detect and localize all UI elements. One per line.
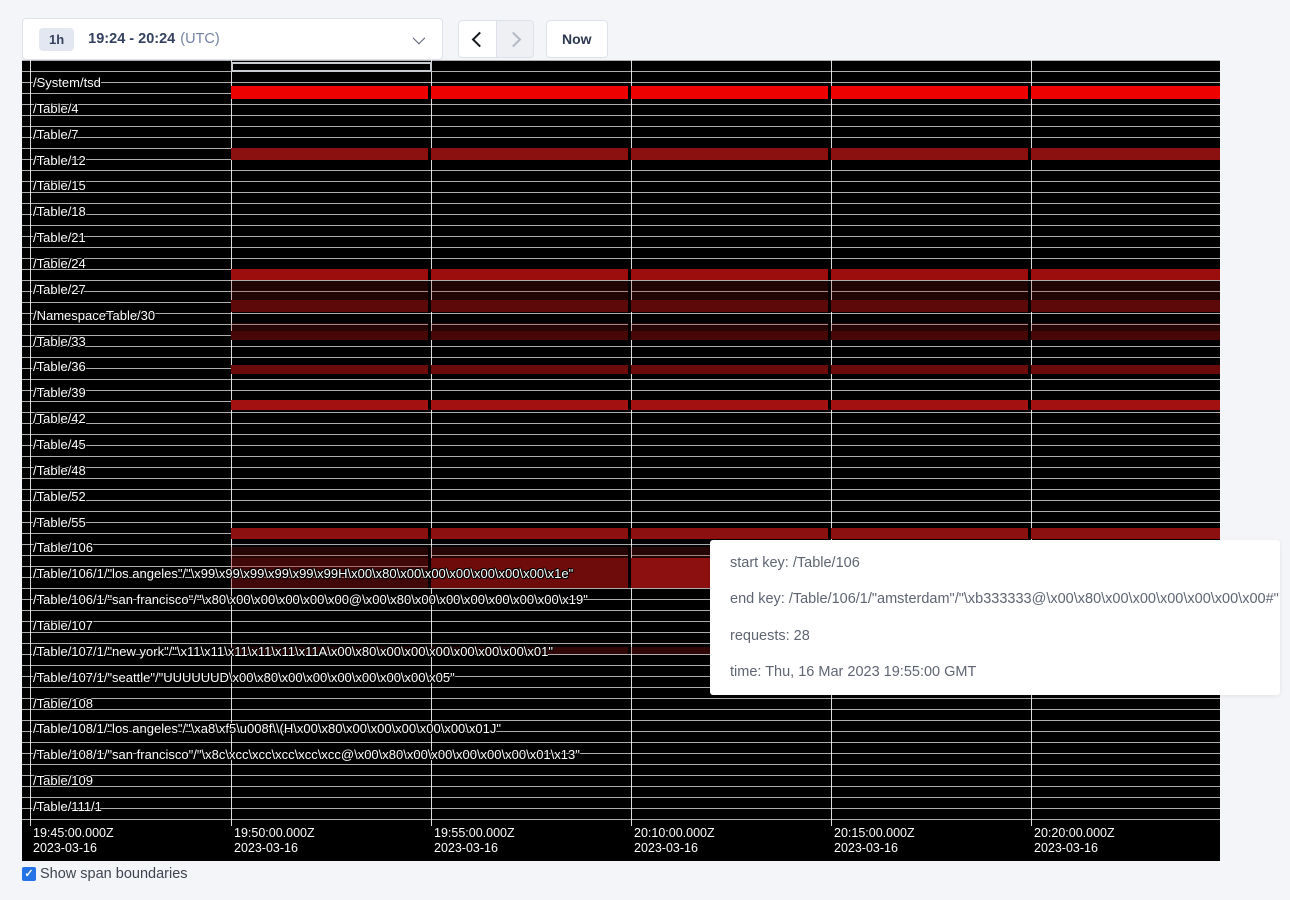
hot-span-band	[231, 400, 1220, 410]
time-axis-tick: 20:15:00.000Z2023-03-16	[834, 826, 915, 856]
hot-span-band	[231, 331, 1220, 340]
time-range-selector[interactable]: 1h 19:24 - 20:24 (UTC)	[22, 18, 443, 60]
tooltip-start-key: start key: /Table/106	[730, 555, 1260, 571]
span-key-label: /Table/45	[33, 438, 86, 452]
time-gridline	[30, 60, 31, 826]
time-axis-tick: 20:10:00.000Z2023-03-16	[634, 826, 715, 856]
time-gridline	[831, 60, 832, 826]
span-key-label: /Table/107	[33, 619, 93, 633]
time-gridline	[631, 60, 632, 826]
span-key-label: /System/tsd	[33, 76, 101, 90]
chevron-down-icon	[413, 31, 426, 44]
span-key-label: /Table/108	[33, 697, 93, 711]
hot-span-band	[231, 300, 1220, 312]
hot-span-band	[231, 281, 1220, 300]
show-span-boundaries-label: Show span boundaries	[40, 866, 188, 882]
tooltip-requests: requests: 28	[730, 628, 1260, 644]
span-key-label: /Table/18	[33, 205, 86, 219]
key-visualizer-canvas[interactable]: /System/tsd/Table/4/Table/7/Table/12/Tab…	[22, 60, 1220, 861]
hot-span-band	[231, 528, 1220, 539]
span-key-label: /NamespaceTable/30	[33, 309, 155, 323]
span-key-label: /Table/111/1	[33, 800, 102, 814]
checkmark-icon: ✓	[24, 869, 33, 880]
span-key-label: /Table/27	[33, 283, 86, 297]
span-key-label: /Table/107/1/"new york"/"\x11\x11\x11\x1…	[33, 645, 553, 659]
show-span-boundaries-control[interactable]: ✓ Show span boundaries	[22, 866, 188, 882]
time-range-badge: 1h	[39, 28, 74, 51]
time-range-text: 19:24 - 20:24	[88, 31, 175, 47]
span-key-label: /Table/106/1/"los angeles"/"\x99\x99\x99…	[33, 567, 573, 581]
span-key-label: /Table/24	[33, 257, 86, 271]
time-gridline	[1031, 60, 1032, 826]
time-gridline	[431, 60, 432, 826]
span-key-label: /Table/39	[33, 386, 86, 400]
span-key-label: /Table/106	[33, 541, 93, 555]
span-key-label: /Table/52	[33, 490, 86, 504]
time-axis-tick: 19:50:00.000Z2023-03-16	[234, 826, 315, 856]
time-axis-tick: 19:45:00.000Z2023-03-16	[33, 826, 114, 856]
span-key-label: /Table/42	[33, 412, 86, 426]
chevron-right-icon	[505, 31, 521, 47]
span-key-label: /Table/33	[33, 335, 86, 349]
span-key-label: /Table/21	[33, 231, 86, 245]
time-nav-group	[458, 20, 534, 58]
time-axis-tick: 20:20:00.000Z2023-03-16	[1034, 826, 1115, 856]
hovered-span-outline	[231, 62, 432, 72]
previous-range-button[interactable]	[458, 20, 496, 58]
time-axis-tick: 19:55:00.000Z2023-03-16	[434, 826, 515, 856]
span-key-label: /Table/36	[33, 360, 86, 374]
hot-span-band	[231, 148, 1220, 160]
show-span-boundaries-checkbox[interactable]: ✓	[22, 867, 36, 881]
chevron-left-icon	[472, 31, 488, 47]
span-key-label: /Table/7	[33, 128, 79, 142]
span-key-label: /Table/106/1/"san francisco"/"\x80\x00\x…	[33, 593, 588, 607]
span-key-label: /Table/12	[33, 154, 86, 168]
span-key-label: /Table/55	[33, 516, 86, 530]
span-key-label: /Table/109	[33, 774, 93, 788]
span-key-label: /Table/4	[33, 102, 79, 116]
tooltip-time: time: Thu, 16 Mar 2023 19:55:00 GMT	[730, 664, 1260, 680]
time-gridline	[231, 60, 232, 826]
hot-span-band	[231, 86, 1220, 99]
span-tooltip: start key: /Table/106 end key: /Table/10…	[710, 540, 1280, 695]
span-key-label: /Table/15	[33, 179, 86, 193]
hot-span-band	[231, 365, 1220, 374]
tooltip-end-key: end key: /Table/106/1/"amsterdam"/"\xb33…	[730, 591, 1260, 607]
span-key-label: /Table/107/1/"seattle"/"UUUUUUD\x00\x80\…	[33, 671, 455, 685]
time-range-timezone: (UTC)	[180, 31, 219, 47]
hot-span-band	[231, 323, 1220, 331]
span-key-label: /Table/108/1/"los angeles"/"\xa8\xf5\u00…	[33, 722, 501, 736]
next-range-button-disabled[interactable]	[496, 20, 534, 58]
span-key-label: /Table/108/1/"san francisco"/"\x8c\xcc\x…	[33, 748, 580, 762]
now-button[interactable]: Now	[546, 20, 608, 58]
key-visualizer-plot: /System/tsd/Table/4/Table/7/Table/12/Tab…	[22, 60, 1220, 826]
span-key-label: /Table/48	[33, 464, 86, 478]
hot-span-band	[231, 269, 1220, 280]
